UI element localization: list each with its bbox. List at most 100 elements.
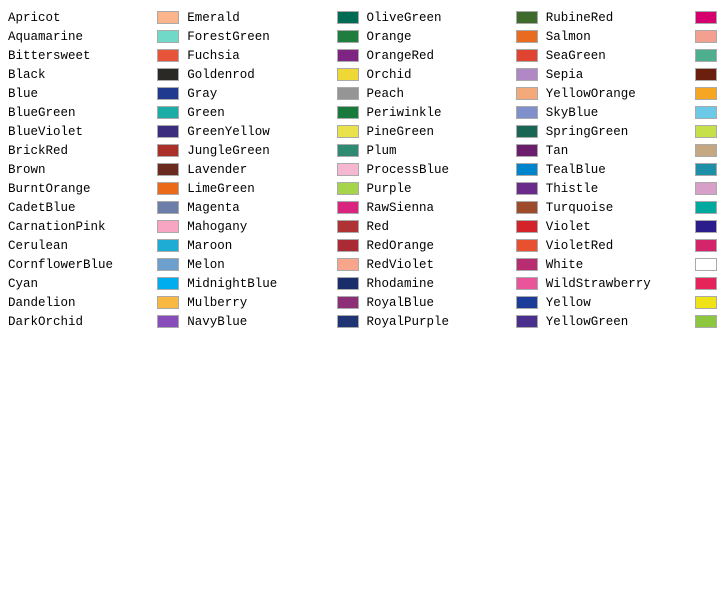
color-label: Fuchsia	[187, 49, 332, 63]
list-item: ProcessBlue	[363, 160, 542, 179]
color-label: Magenta	[187, 201, 332, 215]
list-item: Lavender	[183, 160, 362, 179]
list-item: Mahogany	[183, 217, 362, 236]
list-item: Mulberry	[183, 293, 362, 312]
color-swatch	[157, 258, 179, 271]
color-swatch	[516, 296, 538, 309]
color-label: Lavender	[187, 163, 332, 177]
color-label: Cyan	[8, 277, 153, 291]
color-swatch	[516, 182, 538, 195]
color-swatch	[516, 68, 538, 81]
color-swatch	[695, 49, 717, 62]
color-label: LimeGreen	[187, 182, 332, 196]
color-column-3: RubineRedSalmonSeaGreenSepiaYellowOrange…	[542, 8, 721, 331]
color-label: WildStrawberry	[546, 277, 691, 291]
color-label: BlueGreen	[8, 106, 153, 120]
color-label: Green	[187, 106, 332, 120]
color-swatch	[157, 163, 179, 176]
color-label: Maroon	[187, 239, 332, 253]
color-swatch	[337, 182, 359, 195]
color-label: Goldenrod	[187, 68, 332, 82]
color-swatch	[516, 87, 538, 100]
color-swatch	[157, 106, 179, 119]
list-item: Sepia	[542, 65, 721, 84]
color-label: RubineRed	[546, 11, 691, 25]
color-swatch	[157, 49, 179, 62]
list-item: Emerald	[183, 8, 362, 27]
color-swatch	[157, 182, 179, 195]
color-label: Red	[367, 220, 512, 234]
color-swatch	[157, 220, 179, 233]
color-label: MidnightBlue	[187, 277, 332, 291]
list-item: LimeGreen	[183, 179, 362, 198]
color-label: NavyBlue	[187, 315, 332, 329]
list-item: SpringGreen	[542, 122, 721, 141]
color-swatch	[157, 144, 179, 157]
color-label: Bittersweet	[8, 49, 153, 63]
color-label: BlueViolet	[8, 125, 153, 139]
color-column-0: ApricotAquamarineBittersweetBlackBlueBlu…	[4, 8, 183, 331]
color-swatch	[695, 144, 717, 157]
list-item: BrickRed	[4, 141, 183, 160]
color-label: Aquamarine	[8, 30, 153, 44]
list-item: Thistle	[542, 179, 721, 198]
color-label: SkyBlue	[546, 106, 691, 120]
color-label: PineGreen	[367, 125, 512, 139]
list-item: Periwinkle	[363, 103, 542, 122]
color-swatch	[157, 87, 179, 100]
list-item: Orange	[363, 27, 542, 46]
list-item: YellowGreen	[542, 312, 721, 331]
list-item: Fuchsia	[183, 46, 362, 65]
list-item: DarkOrchid	[4, 312, 183, 331]
color-swatch	[337, 11, 359, 24]
color-swatch	[695, 201, 717, 214]
list-item: Turquoise	[542, 198, 721, 217]
color-swatch	[337, 296, 359, 309]
list-item: TealBlue	[542, 160, 721, 179]
list-item: JungleGreen	[183, 141, 362, 160]
color-swatch	[516, 277, 538, 290]
list-item: Violet	[542, 217, 721, 236]
color-swatch	[337, 144, 359, 157]
list-item: SeaGreen	[542, 46, 721, 65]
color-label: Tan	[546, 144, 691, 158]
color-swatch	[695, 87, 717, 100]
list-item: CadetBlue	[4, 198, 183, 217]
list-item: Plum	[363, 141, 542, 160]
color-swatch	[695, 30, 717, 43]
color-swatch	[337, 30, 359, 43]
color-swatch	[695, 220, 717, 233]
color-label: BrickRed	[8, 144, 153, 158]
color-label: Turquoise	[546, 201, 691, 215]
list-item: Cyan	[4, 274, 183, 293]
color-label: Melon	[187, 258, 332, 272]
color-swatch	[337, 239, 359, 252]
color-label: Blue	[8, 87, 153, 101]
list-item: Cerulean	[4, 236, 183, 255]
color-swatch	[516, 220, 538, 233]
color-swatch	[157, 296, 179, 309]
list-item: VioletRed	[542, 236, 721, 255]
list-item: RoyalBlue	[363, 293, 542, 312]
color-label: RedOrange	[367, 239, 512, 253]
list-item: White	[542, 255, 721, 274]
color-swatch	[337, 277, 359, 290]
color-swatch	[157, 201, 179, 214]
color-swatch	[337, 163, 359, 176]
list-item: Orchid	[363, 65, 542, 84]
list-item: RedViolet	[363, 255, 542, 274]
color-swatch	[695, 296, 717, 309]
color-label: YellowOrange	[546, 87, 691, 101]
color-swatch	[157, 30, 179, 43]
color-label: Cerulean	[8, 239, 153, 253]
color-swatch	[516, 144, 538, 157]
color-label: GreenYellow	[187, 125, 332, 139]
color-swatch	[157, 315, 179, 328]
color-swatch	[695, 125, 717, 138]
list-item: Purple	[363, 179, 542, 198]
list-item: SkyBlue	[542, 103, 721, 122]
color-label: Sepia	[546, 68, 691, 82]
color-label: ProcessBlue	[367, 163, 512, 177]
color-label: Apricot	[8, 11, 153, 25]
color-swatch	[516, 239, 538, 252]
